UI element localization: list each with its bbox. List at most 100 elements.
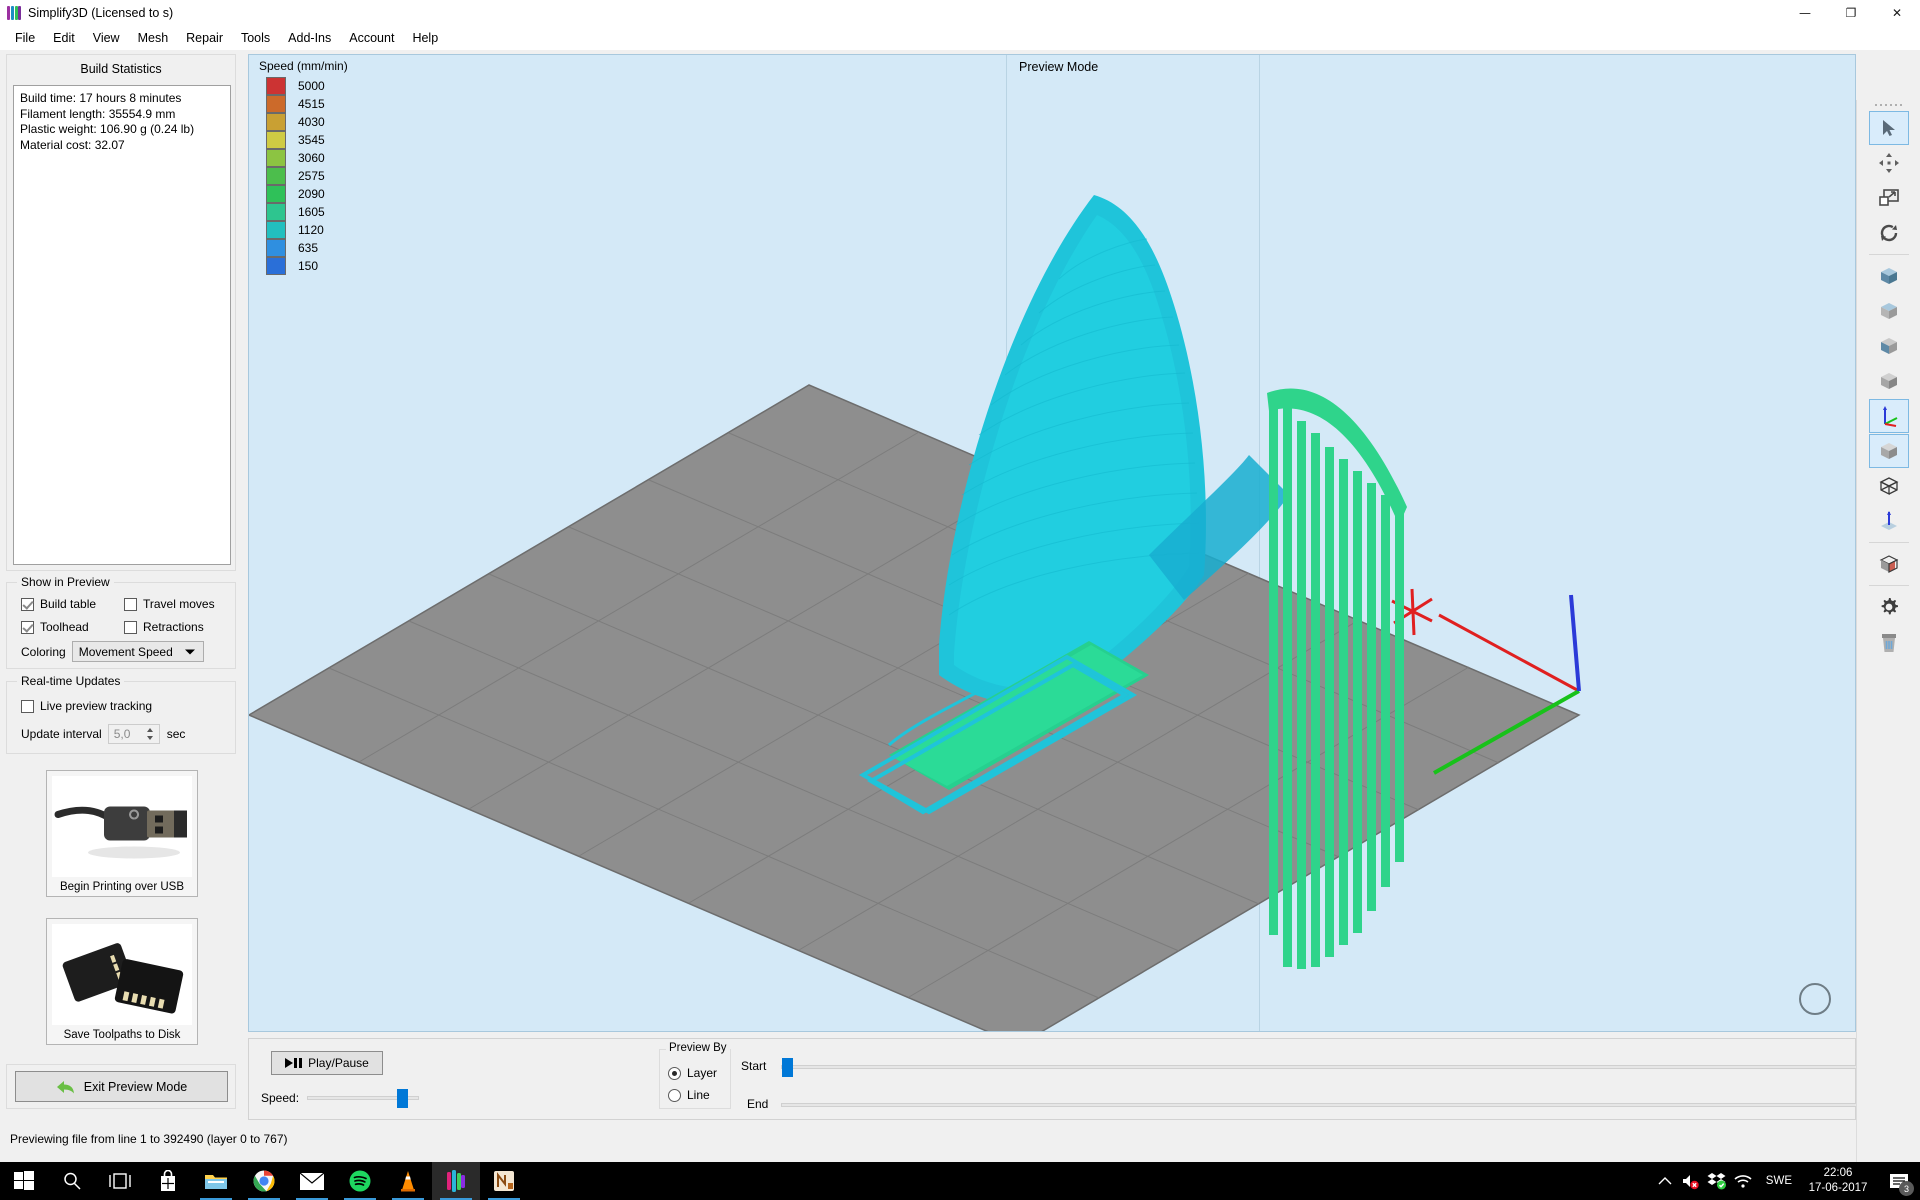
checkbox-live-preview-tracking[interactable]: Live preview tracking [21,699,152,713]
update-interval-unit: sec [167,727,186,741]
show-in-preview-group: Show in Preview Build table Travel moves… [6,582,236,669]
checkbox-retractions-box[interactable] [124,621,137,634]
radio-preview-by-layer-dot[interactable] [668,1067,681,1080]
delete-tool[interactable] [1869,625,1909,659]
legend-value-label: 2575 [298,169,325,183]
menu-mesh[interactable]: Mesh [129,29,178,48]
legend-color-swatch [266,113,286,131]
top-view-tool[interactable] [1869,504,1909,538]
close-button[interactable]: ✕ [1874,0,1920,26]
view-axes-tool[interactable] [1869,399,1909,433]
radio-preview-by-line-label: Line [687,1088,710,1102]
wifi-icon[interactable] [1730,1173,1756,1189]
chrome-button[interactable] [240,1162,288,1200]
simplify3d-button[interactable] [432,1162,480,1200]
file-explorer-button[interactable] [192,1162,240,1200]
build-statistics-group: Build Statistics Build time: 17 hours 8 … [6,54,236,571]
view-iso-tool[interactable] [1869,434,1909,468]
play-pause-label: Play/Pause [308,1056,369,1070]
onenote-button[interactable] [480,1162,528,1200]
checkbox-build-table[interactable]: Build table [21,597,96,611]
legend-rows: 5000451540303545306025752090160511206351… [257,77,352,275]
settings-gear-tool[interactable] [1869,590,1909,624]
update-interval-stepper[interactable]: 5,0 [108,724,160,744]
menu-repair[interactable]: Repair [177,29,232,48]
speed-slider-row: Speed: [261,1091,419,1105]
begin-printing-over-usb-label: Begin Printing over USB [47,877,197,896]
menu-addins[interactable]: Add-Ins [279,29,340,48]
start-button[interactable] [0,1162,48,1200]
legend-value-label: 1120 [298,223,324,237]
menu-file[interactable]: File [6,29,44,48]
save-toolpaths-to-disk-label: Save Toolpaths to Disk [47,1025,197,1044]
checkbox-toolhead[interactable]: Toolhead [21,620,89,634]
checkbox-travel-moves-label: Travel moves [143,597,215,611]
play-pause-icon [285,1058,302,1068]
minimize-button[interactable]: — [1782,0,1828,26]
menu-help[interactable]: Help [403,29,447,48]
begin-printing-over-usb-button[interactable]: Begin Printing over USB [46,770,198,897]
view-reset-icon[interactable] [1799,983,1831,1015]
end-slider[interactable] [781,1103,1920,1107]
rotate-tool[interactable] [1869,216,1909,250]
view-right-tool[interactable] [1869,364,1909,398]
chevron-up-icon[interactable] [1652,1176,1678,1186]
radio-preview-by-line-dot[interactable] [668,1089,681,1102]
material-cost-line: Material cost: 32.07 [20,138,224,154]
checkbox-toolhead-box[interactable] [21,621,34,634]
checkbox-build-table-box[interactable] [21,598,34,611]
volume-muted-icon[interactable] [1678,1172,1704,1190]
speed-slider[interactable] [307,1096,419,1100]
toolbar-grip[interactable] [1857,100,1920,110]
maximize-button[interactable]: ❐ [1828,0,1874,26]
clock[interactable]: 22:06 17-06-2017 [1802,1166,1874,1196]
dropbox-synced-icon[interactable] [1704,1172,1730,1190]
menu-account[interactable]: Account [340,29,403,48]
toolbar-divider [1869,585,1909,586]
wireframe-tool[interactable] [1869,469,1909,503]
window-title: Simplify3D (Licensed to s) [28,6,173,20]
view-front-tool[interactable] [1869,259,1909,293]
action-center-button[interactable]: 3 [1882,1162,1916,1200]
select-arrow-tool[interactable] [1869,111,1909,145]
search-button[interactable] [48,1162,96,1200]
save-toolpaths-to-disk-button[interactable]: Save Toolpaths to Disk [46,918,198,1045]
spotify-button[interactable] [336,1162,384,1200]
radio-preview-by-line[interactable]: Line [668,1088,710,1102]
scale-tool[interactable] [1869,181,1909,215]
move-tool[interactable] [1869,146,1909,180]
legend-color-swatch [266,203,286,221]
legend-value-label: 4030 [298,115,325,129]
coloring-dropdown[interactable]: Movement Speed [72,641,204,662]
radio-preview-by-layer[interactable]: Layer [668,1066,717,1080]
speed-slider-thumb[interactable] [397,1089,408,1108]
checkbox-travel-moves[interactable]: Travel moves [124,597,215,611]
play-pause-button[interactable]: Play/Pause [271,1051,383,1075]
checkbox-live-preview-tracking-box[interactable] [21,700,34,713]
menu-tools[interactable]: Tools [232,29,279,48]
view-back-tool[interactable] [1869,294,1909,328]
task-view-button[interactable] [96,1162,144,1200]
checkbox-retractions[interactable]: Retractions [124,620,204,634]
spinner-arrows-icon[interactable] [144,726,157,742]
legend-row: 4030 [257,113,352,131]
mail-button[interactable] [288,1162,336,1200]
vlc-button[interactable] [384,1162,432,1200]
update-interval-row: Update interval 5,0 sec [21,724,185,744]
3d-viewport[interactable]: Speed (mm/min) 5000451540303545306025752… [248,54,1856,1032]
preview-by-title: Preview By [666,1042,730,1054]
language-indicator[interactable]: SWE [1766,1175,1792,1187]
start-slider-thumb[interactable] [782,1058,793,1077]
end-slider-label: End [747,1097,768,1111]
cross-section-tool[interactable] [1869,547,1909,581]
menu-view[interactable]: View [84,29,129,48]
update-interval-value: 5,0 [114,727,131,741]
show-in-preview-title: Show in Preview [17,575,114,589]
start-slider[interactable] [781,1065,1920,1069]
legend-row: 2090 [257,185,352,203]
view-left-tool[interactable] [1869,329,1909,363]
menu-edit[interactable]: Edit [44,29,84,48]
store-button[interactable] [144,1162,192,1200]
exit-preview-mode-button[interactable]: Exit Preview Mode [15,1071,228,1102]
checkbox-travel-moves-box[interactable] [124,598,137,611]
